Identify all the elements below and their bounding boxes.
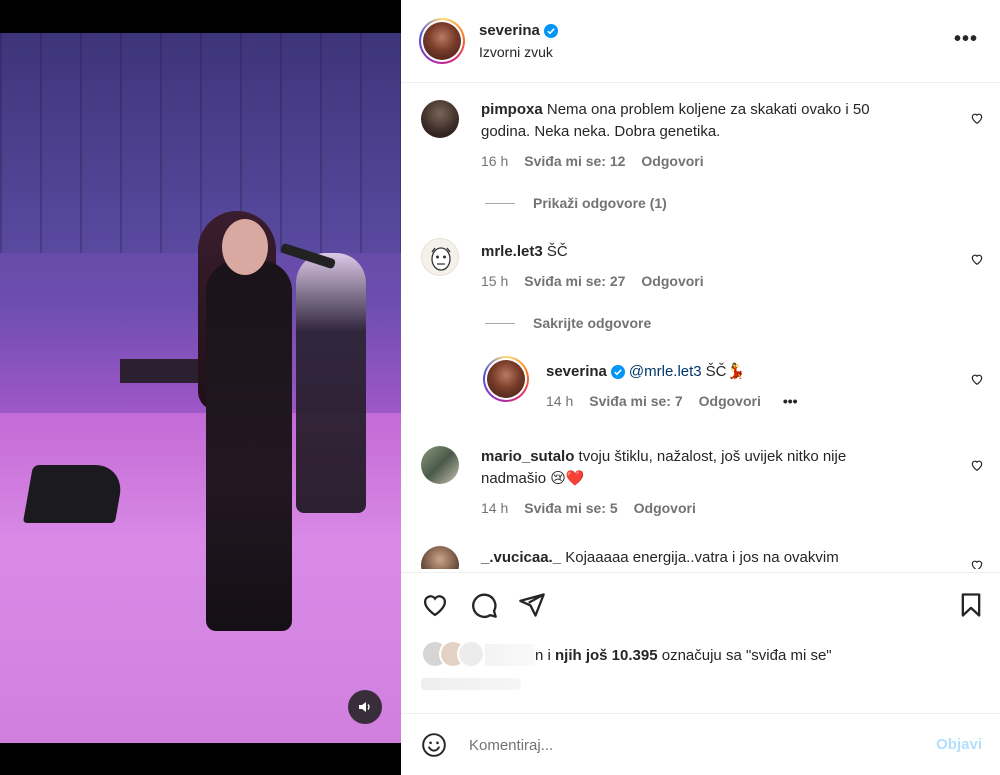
likes-text: n i njih još 10.395 označuju sa "sviđa m…: [535, 647, 832, 664]
verified-badge-icon: [543, 23, 558, 38]
commenter-avatar[interactable]: [421, 546, 459, 569]
liker-avatar: [457, 640, 485, 668]
show-replies-toggle[interactable]: Prikaži odgovore (1): [485, 195, 667, 211]
reply-author-avatar[interactable]: [483, 356, 529, 402]
comment-time: 15 h: [481, 273, 509, 289]
commenter-avatar[interactable]: [421, 100, 459, 138]
toggle-line: [485, 202, 515, 204]
comment-text: mario_sutalo tvoju štiklu, nažalost, još…: [481, 446, 951, 490]
reply-text: severina @mrle.let3 ŠČ💃: [546, 361, 745, 383]
comment-like-heart-icon[interactable]: [970, 558, 984, 569]
author-avatar[interactable]: [419, 18, 465, 64]
background-musician: [296, 253, 366, 513]
comment-text: _.vucicaa._ Kojaaaaa energija..vatra i j…: [481, 547, 951, 569]
comments-list: pimpoxa Nema ona problem koljene za skak…: [401, 84, 1000, 569]
comment-composer: Objavi: [401, 713, 1000, 775]
cartoon-face-icon: [431, 247, 451, 271]
like-heart-icon[interactable]: [421, 591, 449, 619]
reply-meta: 14 h Sviđa mi se: 7 Odgovori •••: [546, 393, 798, 409]
arena-backdrop: [0, 33, 401, 253]
likes-count[interactable]: njih još 10.395: [555, 647, 658, 664]
comment-text: pimpoxa Nema ona problem koljene za skak…: [481, 99, 951, 143]
comment-body-continued: godina. Neka neka. Dobra genetika.: [481, 123, 721, 140]
comment-like-heart-icon[interactable]: [970, 458, 984, 472]
blurred-liker-name: [485, 644, 535, 666]
comment-body: Nema ona problem koljene za skakati ovak…: [546, 101, 870, 118]
verified-badge-icon: [610, 365, 625, 379]
likes-suffix: označuju sa "sviđa mi se": [657, 646, 832, 664]
post-header: severina Izvorni zvuk •••: [401, 0, 1000, 83]
blurred-post-date: [421, 678, 521, 690]
comment-like-count[interactable]: Sviđa mi se: 27: [524, 273, 625, 289]
sound-toggle-button[interactable]: [348, 690, 382, 724]
comment-meta: 15 h Sviđa mi se: 27 Odgovori: [481, 273, 704, 289]
author-name-row: severina: [479, 22, 558, 39]
comment-like-heart-icon[interactable]: [970, 111, 984, 125]
author-username[interactable]: severina: [479, 22, 540, 39]
post-side-panel: severina Izvorni zvuk ••• pimpoxa Nema o…: [401, 0, 1000, 775]
comment-username[interactable]: _.vucicaa._: [481, 549, 561, 566]
more-options-button[interactable]: •••: [954, 28, 978, 51]
post-viewer: severina Izvorni zvuk ••• pimpoxa Nema o…: [0, 0, 1000, 775]
likes-summary[interactable]: n i njih još 10.395 označuju sa "sviđa m…: [421, 640, 832, 670]
speaker-icon: [359, 702, 370, 712]
comment-username[interactable]: pimpoxa: [481, 101, 543, 118]
comment-like-count[interactable]: Sviđa mi se: 5: [524, 500, 617, 516]
singer-figure: [206, 261, 292, 631]
hide-replies-toggle[interactable]: Sakrijte odgovore: [485, 315, 651, 331]
reply-button[interactable]: Odgovori: [699, 393, 761, 409]
comment-like-heart-icon[interactable]: [970, 252, 984, 266]
toggle-line: [485, 322, 515, 324]
comment-body: ŠČ: [546, 243, 568, 260]
comment-time: 14 h: [481, 500, 509, 516]
comment-body-continued: nadmašio 😢❤️: [481, 470, 585, 487]
commenter-avatar[interactable]: [421, 238, 459, 276]
post-comment-button[interactable]: Objavi: [936, 736, 982, 753]
reply-username[interactable]: severina: [546, 361, 607, 383]
reply-more-button[interactable]: •••: [783, 393, 798, 409]
reply-mention-link[interactable]: @mrle.let3: [629, 361, 702, 383]
comment-username[interactable]: mario_sutalo: [481, 448, 574, 465]
reply-button[interactable]: Odgovori: [641, 153, 703, 169]
reply-button[interactable]: Odgovori: [634, 500, 696, 516]
comment-like-count[interactable]: Sviđa mi se: 12: [524, 153, 625, 169]
stage-monitor-speaker: [22, 465, 126, 523]
likes-prefix: n i: [535, 646, 556, 664]
reply-time: 14 h: [546, 393, 574, 409]
comment-username[interactable]: mrle.let3: [481, 243, 543, 260]
comment-time: 16 h: [481, 153, 509, 169]
comment-input[interactable]: [469, 732, 909, 758]
comment-meta: 16 h Sviđa mi se: 12 Odgovori: [481, 153, 704, 169]
commenter-avatar[interactable]: [421, 446, 459, 484]
comment-bubble-icon[interactable]: [470, 591, 498, 619]
concert-video[interactable]: [0, 33, 401, 743]
emoji-picker-icon[interactable]: [421, 732, 447, 758]
audio-label[interactable]: Izvorni zvuk: [479, 44, 553, 60]
keyboard-instrument: [120, 359, 210, 383]
share-paper-plane-icon[interactable]: [518, 591, 546, 619]
liker-avatars: [421, 640, 535, 670]
comment-text: mrle.let3 ŠČ: [481, 241, 568, 263]
comment-body: tvoju štiklu, nažalost, još uvijek nitko…: [578, 448, 847, 465]
reply-like-count[interactable]: Sviđa mi se: 7: [589, 393, 682, 409]
comment-like-heart-icon[interactable]: [970, 372, 984, 386]
reply-body: ŠČ💃: [705, 363, 746, 380]
singer-head: [222, 219, 268, 275]
reply-button[interactable]: Odgovori: [641, 273, 703, 289]
comment-body: Kojaaaaa energija..vatra i jos na ovakvi…: [565, 549, 839, 566]
media-pane: [0, 0, 401, 775]
bookmark-icon[interactable]: [957, 591, 985, 619]
show-replies-label[interactable]: Prikaži odgovore (1): [533, 195, 667, 211]
comment-meta: 14 h Sviđa mi se: 5 Odgovori: [481, 500, 696, 516]
hide-replies-label[interactable]: Sakrijte odgovore: [533, 315, 651, 331]
